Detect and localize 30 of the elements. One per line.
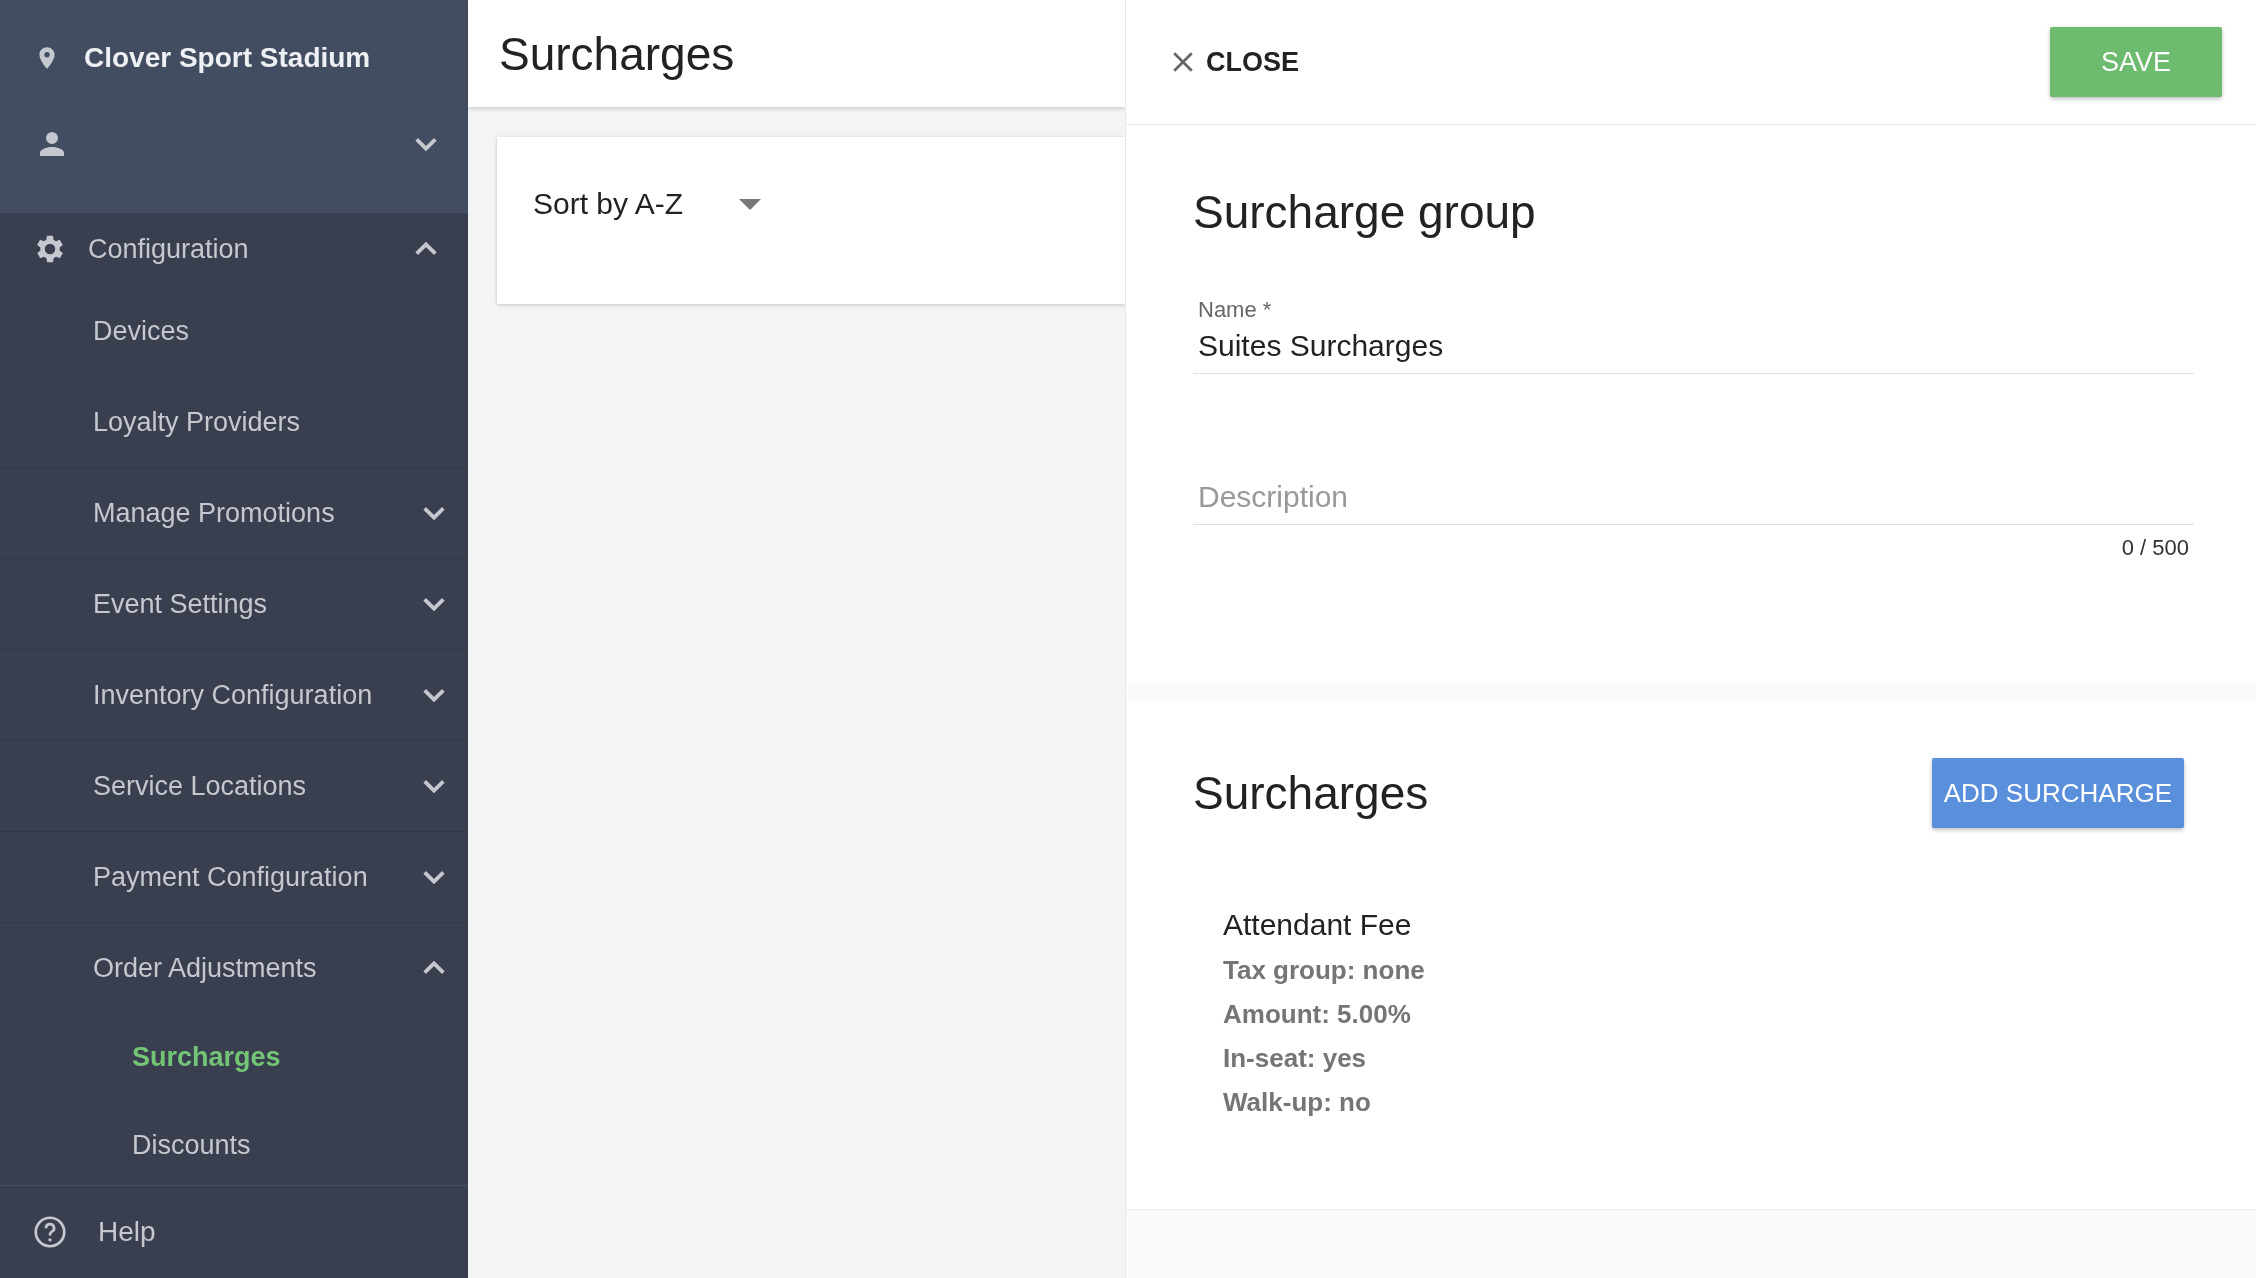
surcharge-detail: Tax group: none bbox=[1223, 954, 1425, 987]
field-label: Name * bbox=[1198, 297, 1272, 323]
character-counter: 0 / 500 bbox=[2120, 535, 2190, 561]
description-field[interactable]: Description bbox=[1193, 474, 2194, 525]
sidebar-subitem[interactable]: Surcharges bbox=[0, 1013, 468, 1101]
dropdown-arrow-icon bbox=[739, 198, 762, 210]
section-title: Surcharge group bbox=[1193, 185, 1537, 239]
sort-dropdown[interactable]: Sort by A-Z bbox=[533, 187, 762, 221]
venue-name: Clover Sport Stadium bbox=[84, 42, 371, 74]
surcharge-detail: In-seat: yes bbox=[1223, 1042, 1367, 1075]
section-title: Surcharges bbox=[1193, 766, 1429, 820]
sidebar-item[interactable]: Loyalty Providers bbox=[0, 376, 468, 467]
sidebar-item[interactable]: Manage Promotions bbox=[0, 467, 468, 558]
page-title: Surcharges bbox=[499, 26, 735, 81]
surcharge-detail: Walk-up: no bbox=[1223, 1086, 1371, 1119]
sidebar-item[interactable]: Devices bbox=[0, 285, 468, 376]
sidebar-item[interactable]: Service Locations bbox=[0, 740, 468, 831]
add-surcharge-button[interactable]: ADD SURCHARGE bbox=[1931, 758, 2184, 828]
sidebar-item[interactable]: Payment Configuration bbox=[0, 831, 468, 922]
sidebar-section[interactable]: Configuration bbox=[0, 213, 468, 285]
surcharge-name: Attendant Fee bbox=[1223, 908, 1412, 942]
sidebar-subitem[interactable]: Discounts bbox=[0, 1101, 468, 1185]
close-button[interactable]: CLOSE bbox=[1168, 46, 1299, 78]
sidebar-item[interactable]: Inventory Configuration bbox=[0, 649, 468, 740]
sidebar-item[interactable]: Event Settings bbox=[0, 558, 468, 649]
sidebar-item[interactable]: Order Adjustments bbox=[0, 922, 468, 1013]
surcharge-detail: Amount: 5.00% bbox=[1223, 998, 1411, 1031]
help-icon bbox=[32, 1214, 68, 1250]
help-link[interactable]: Help bbox=[0, 1185, 468, 1278]
name-field[interactable]: Suites Surcharges bbox=[1193, 323, 2194, 374]
